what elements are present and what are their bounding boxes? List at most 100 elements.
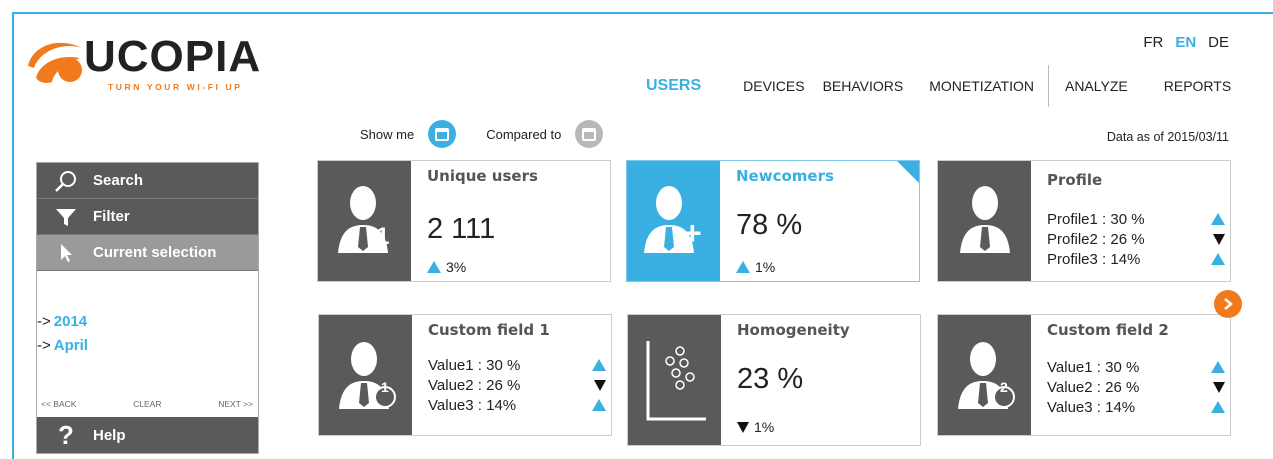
list-item: Value3 : 14% [428,395,606,415]
next-link[interactable]: NEXT >> [218,399,253,409]
list-item: Value1 : 30 % [1047,357,1225,377]
trend-up-icon [1211,361,1225,373]
chevron-right-icon [1224,298,1233,310]
list-item-label: Value2 : 26 % [428,376,521,394]
filter-icon [51,207,81,227]
ucopia-logo[interactable]: UCOPIA TURN YOUR WI-FI UP [24,30,264,100]
show-me-label: Show me [360,126,415,142]
scatter-chart-icon [628,315,721,445]
card-custom-field-2[interactable]: 2 Custom field 2 Value1 : 30 % Value2 : … [937,314,1231,436]
card-newcomers[interactable]: + Newcomers 78 % 1% [626,160,920,282]
list-item-label: Profile2 : 26 % [1047,230,1145,248]
next-page-button[interactable] [1214,290,1242,318]
custom-field-badge: 1 [381,379,389,395]
card-delta: 3% [427,259,466,275]
newcomer-badge: + [683,215,702,251]
card-delta-value: 1% [754,419,775,435]
card-title: Profile [1047,171,1103,189]
sidebar-search[interactable]: Search [37,163,258,199]
list-item-label: Profile1 : 30 % [1047,210,1145,228]
card-title: Homogeneity [737,321,850,339]
nav-devices[interactable]: DEVICES [743,78,804,94]
main-nav: USERS DEVICES BEHAVIORS MONETIZATION ANA… [646,65,1231,107]
trend-down-icon [1213,381,1225,393]
card-delta: 1% [736,259,775,275]
custom-field-user-icon: 2 [938,315,1031,435]
selection-pager: << BACK CLEAR NEXT >> [41,399,253,409]
back-link[interactable]: << BACK [41,399,76,409]
sidebar: Search Filter Current selection -> 2014 -… [36,162,259,454]
nav-analyze[interactable]: ANALYZE [1065,78,1128,94]
sidebar-current-selection-label: Current selection [93,244,217,261]
list-item: Value2 : 26 % [1047,377,1225,397]
card-title: Unique users [427,167,538,185]
user-badge: 1 [376,223,390,250]
trend-up-icon [592,399,606,411]
card-title: Newcomers [736,167,834,185]
nav-behaviors[interactable]: BEHAVIORS [823,78,904,94]
clear-link[interactable]: CLEAR [133,399,161,409]
lang-fr[interactable]: FR [1143,34,1163,51]
trend-down-icon [737,421,749,433]
language-switcher: FR EN DE [1143,34,1229,51]
list-item-label: Value3 : 14% [428,396,517,414]
logo-swoosh-icon [28,42,82,83]
compared-to-calendar-icon[interactable] [575,120,604,148]
list-item: Value3 : 14% [1047,397,1225,417]
help-icon: ? [58,419,74,450]
newcomer-icon: + [627,161,720,281]
nav-divider [1047,65,1049,107]
custom-field-badge: 2 [1000,379,1008,395]
list-item-label: Profile3 : 14% [1047,250,1141,268]
card-value: 23 % [737,363,804,395]
selection-month[interactable]: -> April [37,337,88,354]
profile-list: Profile1 : 30 % Profile2 : 26 % Profile3… [1047,209,1225,269]
nav-reports[interactable]: REPORTS [1164,78,1231,94]
list-item-label: Value1 : 30 % [428,356,521,374]
selection-year[interactable]: -> 2014 [37,313,87,330]
compared-to-label: Compared to [486,126,562,142]
trend-up-icon [592,359,606,371]
card-title: Custom field 2 [1047,321,1169,339]
search-icon [51,170,81,192]
card-delta-value: 1% [755,259,776,275]
list-item: Profile3 : 14% [1047,249,1225,269]
card-title: Custom field 1 [428,321,550,339]
sidebar-help-label: Help [93,426,126,444]
trend-up-icon [1211,401,1225,413]
trend-up-icon [427,261,441,273]
selection-year-value: 2014 [53,313,88,330]
data-as-of: Data as of 2015/03/11 [1106,130,1229,144]
lang-de[interactable]: DE [1208,34,1229,51]
card-homogeneity[interactable]: Homogeneity 23 % 1% [627,314,921,446]
sidebar-current-selection[interactable]: Current selection [37,235,258,271]
nav-monetization[interactable]: MONETIZATION [929,78,1034,94]
trend-up-icon [736,261,750,273]
list-item-label: Value2 : 26 % [1047,378,1140,396]
custom-field-1-list: Value1 : 30 % Value2 : 26 % Value3 : 14% [428,355,606,415]
card-delta-value: 3% [446,259,467,275]
list-item-label: Value1 : 30 % [1047,358,1140,376]
list-item: Value1 : 30 % [428,355,606,375]
list-item-label: Value3 : 14% [1047,398,1136,416]
list-item: Profile2 : 26 % [1047,229,1225,249]
date-selector: Show me Compared to [360,120,604,148]
card-unique-users[interactable]: 1 Unique users 2 111 3% [317,160,611,282]
selection-arrow: -> [37,337,51,354]
card-delta: 1% [737,419,774,435]
selection-month-value: April [53,337,88,354]
nav-users[interactable]: USERS [646,77,701,95]
card-custom-field-1[interactable]: 1 Custom field 1 Value1 : 30 % Value2 : … [318,314,612,436]
show-me-calendar-icon[interactable] [428,120,457,148]
list-item: Value2 : 26 % [428,375,606,395]
sidebar-filter[interactable]: Filter [37,199,258,235]
card-value: 78 % [736,209,803,241]
trend-up-icon [1211,213,1225,225]
selected-corner-flag [897,161,919,183]
trend-down-icon [1213,233,1225,245]
trend-up-icon [1211,253,1225,265]
trend-down-icon [594,379,606,391]
card-profile[interactable]: Profile Profile1 : 30 % Profile2 : 26 % … [937,160,1231,282]
lang-en[interactable]: EN [1175,34,1196,51]
sidebar-help[interactable]: ? Help [37,417,258,453]
